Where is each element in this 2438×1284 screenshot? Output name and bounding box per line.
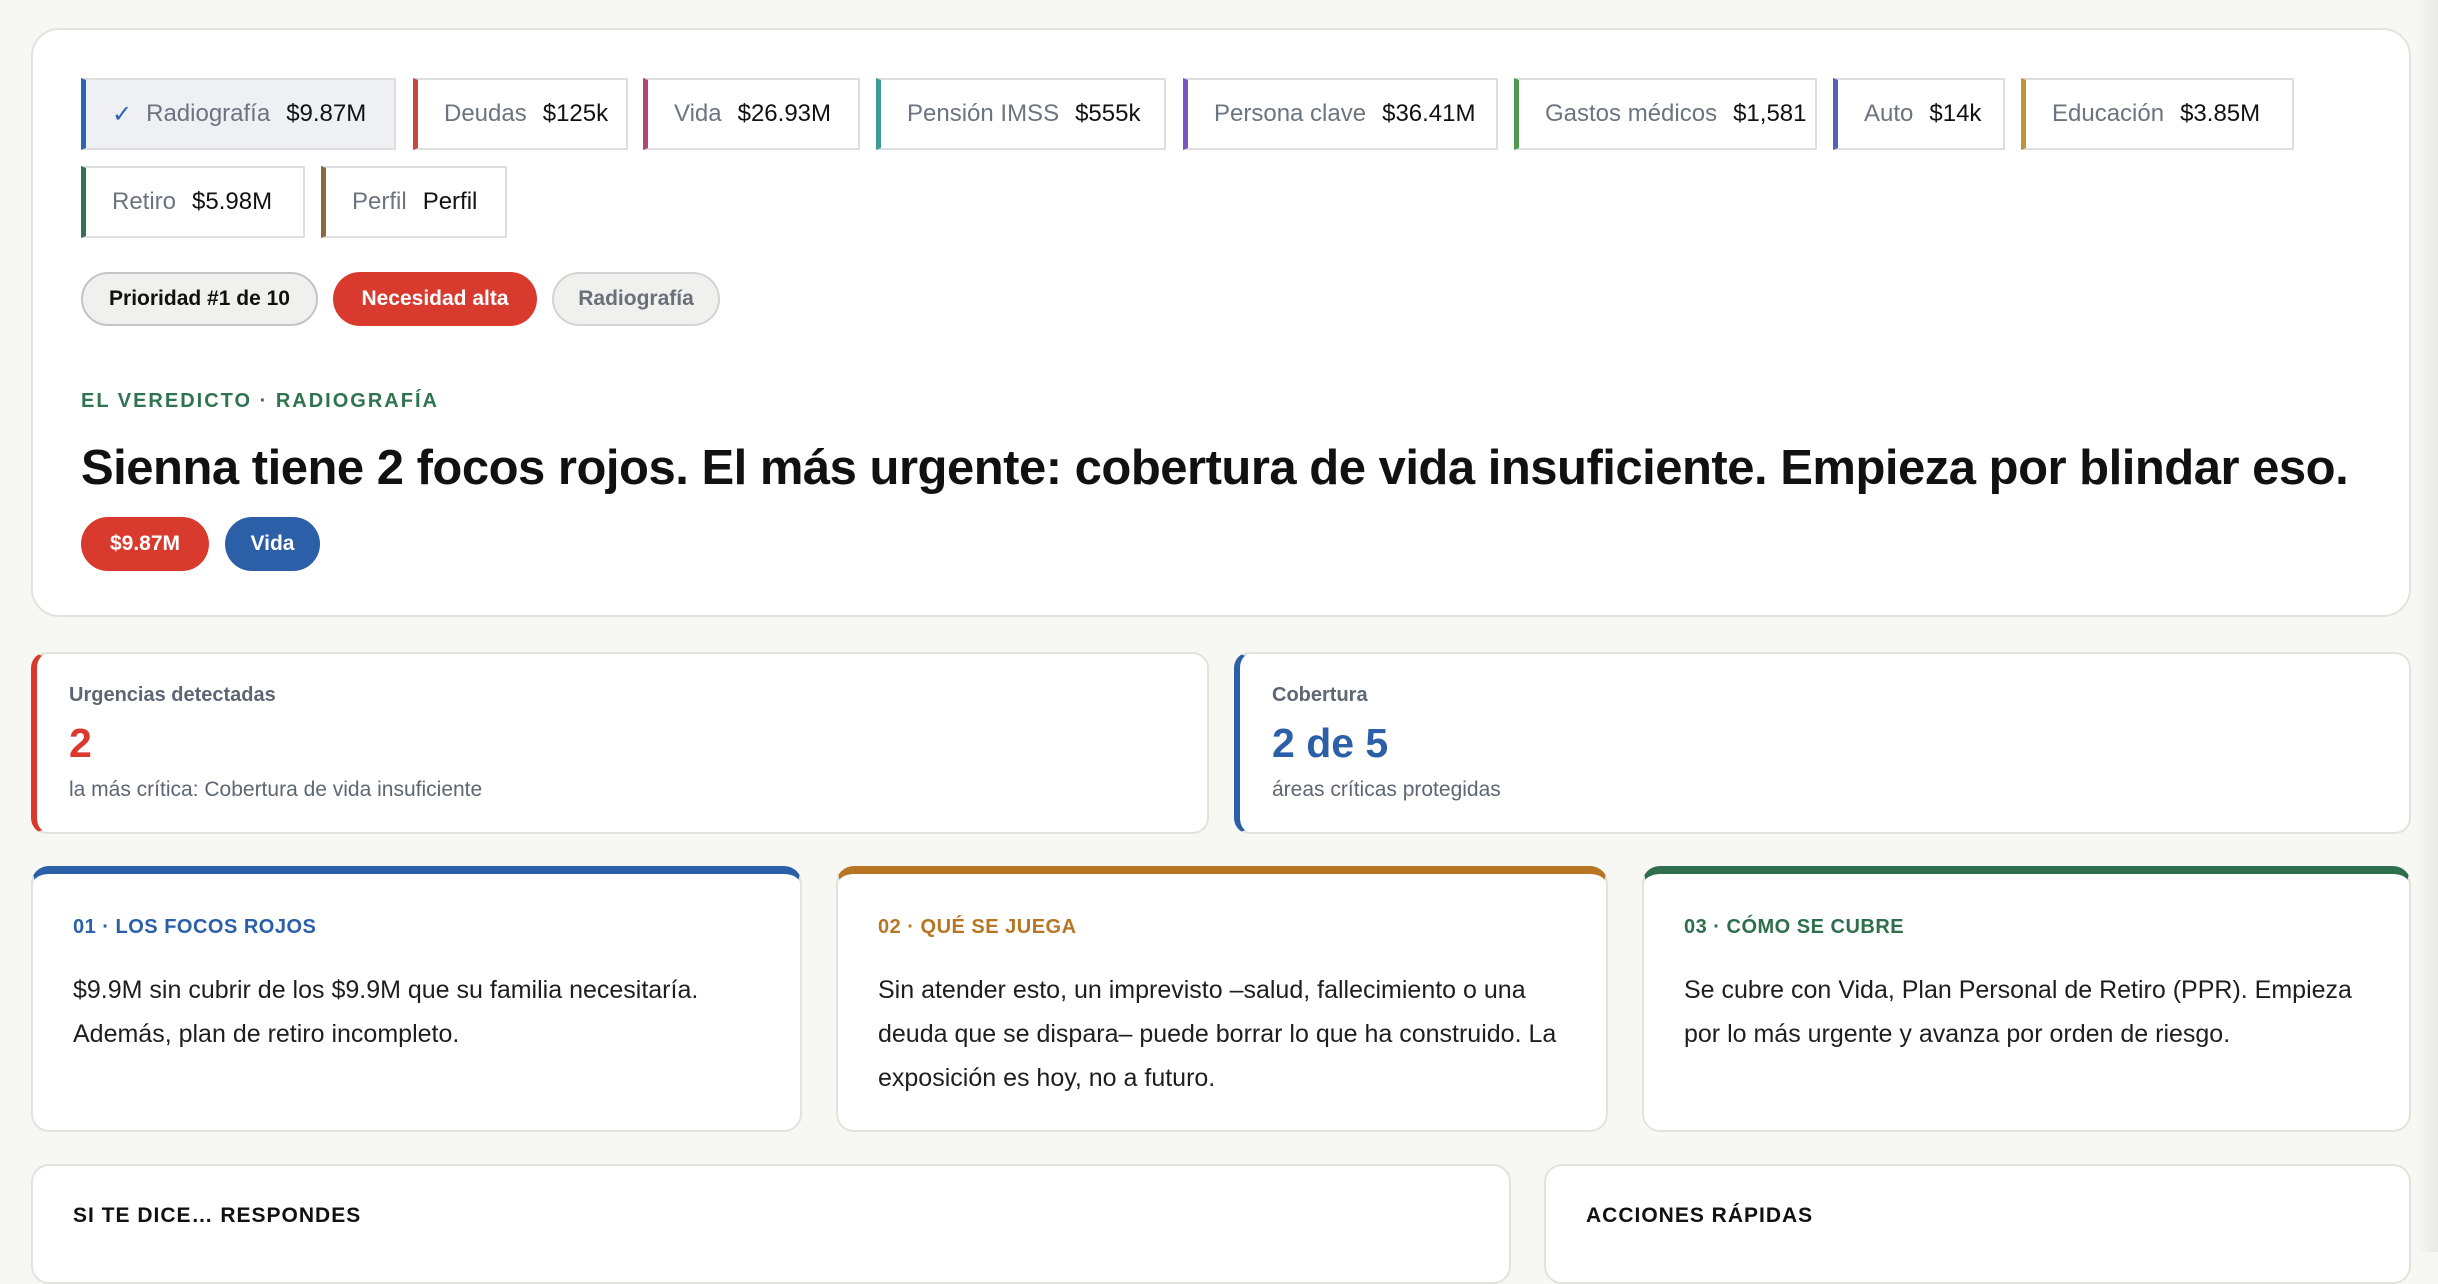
scroll-edge-shadow bbox=[2416, 0, 2438, 1252]
tab-label: Retiro bbox=[112, 188, 177, 215]
red-flags-card: 01 · LOS FOCOS ROJOS $9.9M sin cubrir de… bbox=[31, 866, 802, 1132]
tab-value: $3.85M bbox=[2180, 100, 2261, 127]
tab-value: $26.93M bbox=[737, 100, 832, 127]
need-badge: Necesidad alta bbox=[333, 272, 537, 326]
area-tag: Vida bbox=[225, 517, 320, 571]
tab-value: $36.41M bbox=[1382, 100, 1476, 127]
tab-deudas[interactable]: Deudas $125k bbox=[413, 78, 628, 150]
stat-label: Cobertura bbox=[1272, 684, 1368, 706]
tab-educacion[interactable]: Educación $3.85M bbox=[2021, 78, 2294, 150]
stat-label: Urgencias detectadas bbox=[69, 684, 276, 706]
tab-vida[interactable]: Vida $26.93M bbox=[643, 78, 860, 150]
tab-pension-imss[interactable]: Pensión IMSS $555k bbox=[876, 78, 1166, 150]
tab-gastos-medicos[interactable]: Gastos médicos $1,581 bbox=[1514, 78, 1817, 150]
coverage-stat: Cobertura 2 de 5 áreas críticas protegid… bbox=[1234, 652, 2411, 834]
tab-label: Auto bbox=[1864, 100, 1914, 127]
verdict-eyebrow: EL VEREDICTO · RADIOGRAFÍA bbox=[81, 390, 439, 412]
card-title: 03 · CÓMO SE CUBRE bbox=[1684, 916, 1905, 938]
objections-panel: SI TE DICE… RESPONDES bbox=[31, 1164, 1511, 1284]
card-title: 01 · LOS FOCOS ROJOS bbox=[73, 916, 317, 938]
tab-label: Deudas bbox=[444, 100, 527, 127]
check-icon: ✓ bbox=[112, 100, 133, 128]
priority-badge: Prioridad #1 de 10 bbox=[81, 272, 318, 326]
card-body: Sin atender esto, un imprevisto –salud, … bbox=[878, 976, 1557, 1092]
tab-value: $1,581 bbox=[1733, 100, 1807, 127]
tab-retiro[interactable]: Retiro $5.98M bbox=[81, 166, 305, 238]
tab-persona-clave[interactable]: Persona clave $36.41M bbox=[1183, 78, 1498, 150]
section-badge: Radiografía bbox=[552, 272, 720, 326]
tab-label: Pensión IMSS bbox=[907, 100, 1060, 127]
tab-value: $14k bbox=[1929, 100, 1982, 127]
verdict-panel: ✓ Radiografía $9.87M Deudas $125k Vida $… bbox=[31, 28, 2411, 617]
tab-auto[interactable]: Auto $14k bbox=[1833, 78, 2005, 150]
tab-value: Perfil bbox=[422, 188, 478, 215]
tab-value: $9.87M bbox=[286, 100, 367, 127]
verdict-headline: Sienna tiene 2 focos rojos. El más urgen… bbox=[81, 441, 2349, 495]
stat-value: 2 bbox=[69, 720, 92, 766]
panel-title: ACCIONES RÁPIDAS bbox=[1586, 1204, 1814, 1227]
tab-value: $125k bbox=[542, 100, 609, 127]
card-title: 02 · QUÉ SE JUEGA bbox=[878, 916, 1077, 938]
stat-value: 2 de 5 bbox=[1272, 720, 1389, 766]
tab-radiografia[interactable]: ✓ Radiografía $9.87M bbox=[81, 78, 396, 150]
card-body: $9.9M sin cubrir de los $9.9M que su fam… bbox=[73, 976, 699, 1048]
tab-label: Persona clave bbox=[1214, 100, 1367, 127]
coverage-plan-card: 03 · CÓMO SE CUBRE Se cubre con Vida, Pl… bbox=[1642, 866, 2411, 1132]
stat-sub: la más crítica: Cobertura de vida insufi… bbox=[69, 778, 483, 801]
stat-sub: áreas críticas protegidas bbox=[1272, 778, 1501, 801]
tab-label: Vida bbox=[674, 100, 722, 127]
amount-tag: $9.87M bbox=[81, 517, 209, 571]
urgencies-stat: Urgencias detectadas 2 la más crítica: C… bbox=[31, 652, 1209, 834]
tab-value: $5.98M bbox=[192, 188, 273, 215]
tab-label: Radiografía bbox=[146, 100, 271, 127]
quick-actions-panel: ACCIONES RÁPIDAS bbox=[1544, 1164, 2411, 1284]
tab-perfil[interactable]: Perfil Perfil bbox=[321, 166, 507, 238]
tab-label: Gastos médicos bbox=[1545, 100, 1718, 127]
tab-value: $555k bbox=[1075, 100, 1141, 127]
tab-label: Perfil bbox=[352, 188, 407, 215]
at-stake-card: 02 · QUÉ SE JUEGA Sin atender esto, un i… bbox=[836, 866, 1608, 1132]
card-body: Se cubre con Vida, Plan Personal de Reti… bbox=[1684, 976, 2352, 1048]
panel-title: SI TE DICE… RESPONDES bbox=[73, 1204, 362, 1227]
tab-label: Educación bbox=[2052, 100, 2165, 127]
